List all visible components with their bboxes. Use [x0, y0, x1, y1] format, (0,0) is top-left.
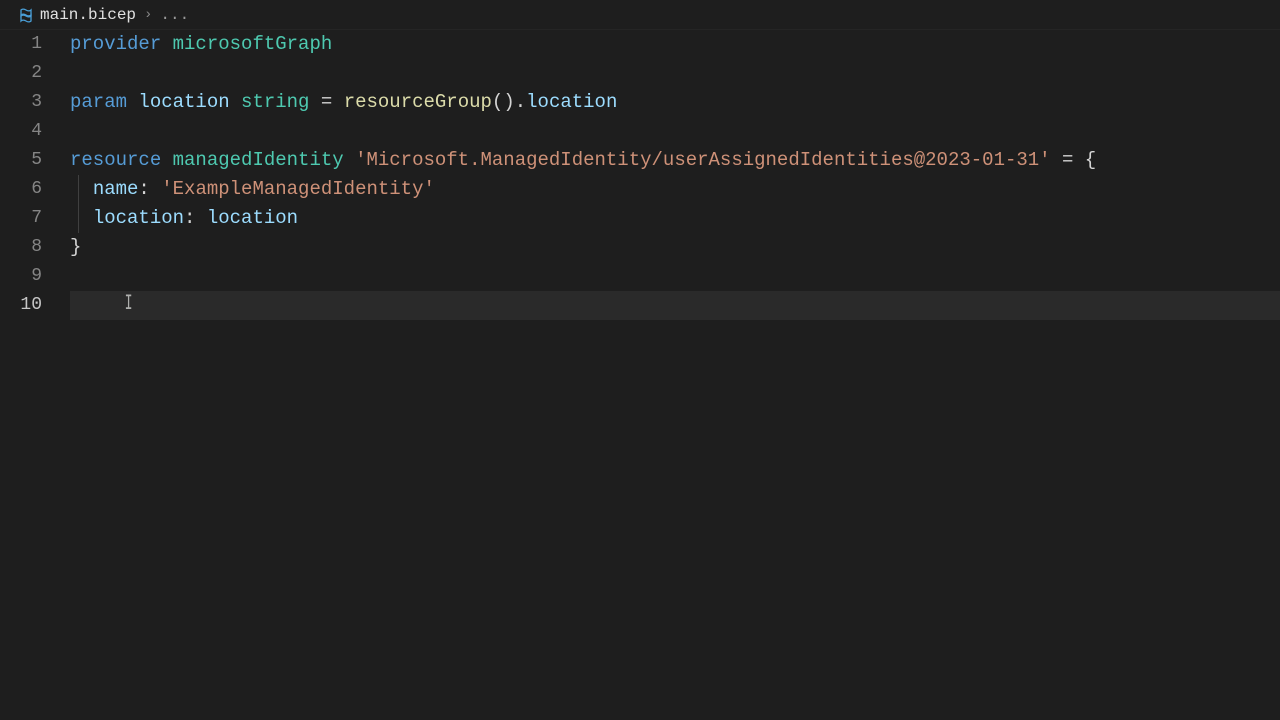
- dot-token: .: [515, 91, 526, 113]
- code-line[interactable]: param location string = resourceGroup().…: [70, 88, 1280, 117]
- paren-token: (): [492, 91, 515, 113]
- string-token: 'Microsoft.ManagedIdentity/userAssignedI…: [355, 149, 1051, 171]
- bicep-file-icon: [18, 7, 34, 23]
- property-token: location: [526, 91, 617, 113]
- property-token: name: [93, 178, 139, 200]
- text-cursor-icon: I: [125, 289, 133, 318]
- variable-token: location: [207, 207, 298, 229]
- code-line-active[interactable]: I: [70, 291, 1280, 320]
- colon-token: :: [138, 178, 149, 200]
- function-token: resourceGroup: [344, 91, 492, 113]
- operator-token: =: [1062, 149, 1073, 171]
- indent-guide: [78, 175, 79, 204]
- line-number-gutter: 1 2 3 4 5 6 7 8 9 10: [0, 30, 70, 720]
- line-number: 2: [0, 59, 42, 88]
- code-line[interactable]: location: location: [70, 204, 1280, 233]
- keyword-token: provider: [70, 33, 161, 55]
- property-token: location: [93, 207, 184, 229]
- keyword-token: param: [70, 91, 127, 113]
- line-number: 6: [0, 175, 42, 204]
- line-number: 7: [0, 204, 42, 233]
- string-token: 'ExampleManagedIdentity': [161, 178, 435, 200]
- line-number: 3: [0, 88, 42, 117]
- indent-guide: [78, 204, 79, 233]
- brace-token: }: [70, 236, 81, 258]
- colon-token: :: [184, 207, 195, 229]
- code-line[interactable]: resource managedIdentity 'Microsoft.Mana…: [70, 146, 1280, 175]
- breadcrumb-separator-icon: ›: [144, 7, 152, 23]
- identifier-token: microsoftGraph: [173, 33, 333, 55]
- code-editor[interactable]: 1 2 3 4 5 6 7 8 9 10 provider microsoftG…: [0, 30, 1280, 720]
- breadcrumb-more[interactable]: ...: [160, 6, 189, 24]
- code-line[interactable]: [70, 117, 1280, 146]
- identifier-token: managedIdentity: [173, 149, 344, 171]
- code-line[interactable]: provider microsoftGraph: [70, 30, 1280, 59]
- operator-token: =: [321, 91, 332, 113]
- keyword-token: resource: [70, 149, 161, 171]
- code-line[interactable]: [70, 262, 1280, 291]
- code-content[interactable]: provider microsoftGraph param location s…: [70, 30, 1280, 720]
- line-number: 1: [0, 30, 42, 59]
- line-number: 4: [0, 117, 42, 146]
- tab-filename[interactable]: main.bicep: [40, 6, 136, 24]
- line-number: 9: [0, 262, 42, 291]
- line-number: 5: [0, 146, 42, 175]
- tab-bar: main.bicep › ...: [0, 0, 1280, 30]
- line-number: 10: [0, 291, 42, 320]
- code-line[interactable]: }: [70, 233, 1280, 262]
- type-token: string: [241, 91, 309, 113]
- brace-token: {: [1085, 149, 1096, 171]
- variable-token: location: [138, 91, 229, 113]
- code-line[interactable]: name: 'ExampleManagedIdentity': [70, 175, 1280, 204]
- line-number: 8: [0, 233, 42, 262]
- code-line[interactable]: [70, 59, 1280, 88]
